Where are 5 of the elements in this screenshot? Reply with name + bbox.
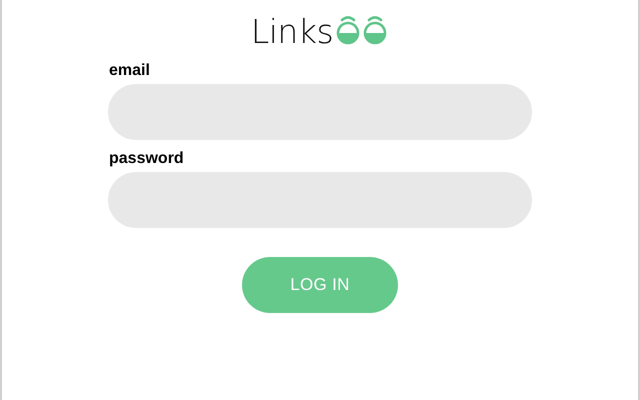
logo-text: Links: [250, 15, 334, 48]
login-button[interactable]: LOG IN: [242, 257, 398, 313]
field-label: password: [108, 150, 185, 168]
eyes-icon: [335, 15, 390, 45]
field-label: email: [108, 62, 151, 80]
